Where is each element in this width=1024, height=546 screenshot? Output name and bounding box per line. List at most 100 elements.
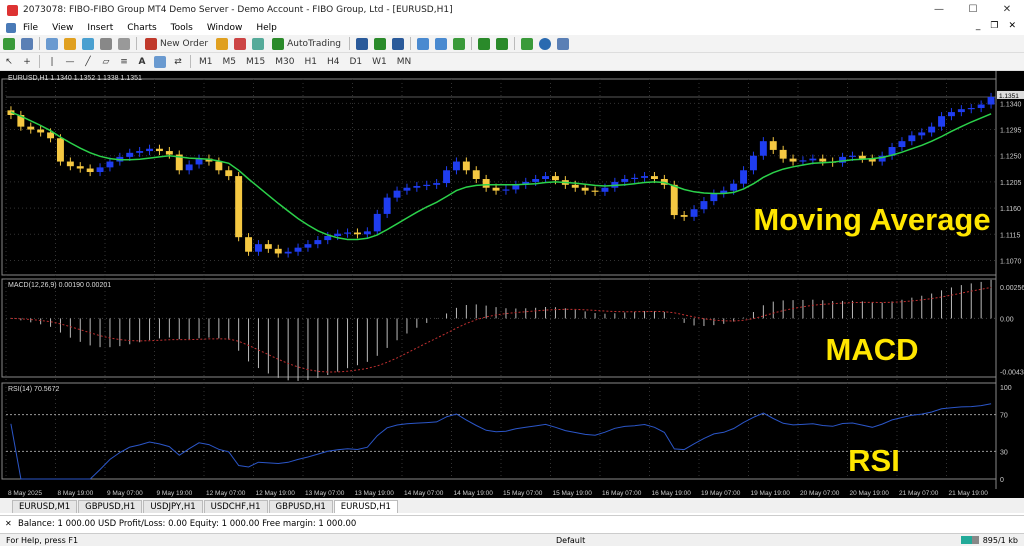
market-button[interactable] xyxy=(251,37,265,51)
document-icon xyxy=(6,22,16,33)
fibonacci-button[interactable]: ≡ xyxy=(117,55,131,69)
tab-eurusd-m1[interactable]: EURUSD,M1 xyxy=(12,500,78,513)
menu-help[interactable]: Help xyxy=(249,23,284,33)
candle-body xyxy=(47,132,55,139)
zoom-out-button[interactable] xyxy=(434,37,448,51)
timeframe-m30[interactable]: M30 xyxy=(272,55,297,69)
bar-chart-button[interactable] xyxy=(355,37,369,51)
time-tick-label: 19 May 07:00 xyxy=(701,490,741,497)
connection-icon xyxy=(960,536,979,544)
line-chart-button[interactable] xyxy=(391,37,405,51)
time-tick-label: 14 May 07:00 xyxy=(404,490,444,497)
tab-usdchf-h1[interactable]: USDCHF,H1 xyxy=(203,500,268,513)
tile-windows-button[interactable] xyxy=(452,37,466,51)
candle-body xyxy=(571,184,579,188)
mdi-close-button[interactable]: ✕ xyxy=(1008,21,1016,31)
candle-body xyxy=(789,158,797,162)
market-watch-button[interactable] xyxy=(45,37,59,51)
candle-body xyxy=(730,183,738,191)
candle-body xyxy=(938,116,946,127)
close-button[interactable]: ✕ xyxy=(990,0,1024,20)
mdi-restore-button[interactable]: ❐ xyxy=(990,21,998,31)
tab-usdjpy-h1[interactable]: USDJPY,H1 xyxy=(143,500,203,513)
menu-window[interactable]: Window xyxy=(200,23,250,33)
timeframe-mn[interactable]: MN xyxy=(394,55,415,69)
candlestick-button[interactable] xyxy=(373,37,387,51)
candle-body xyxy=(472,170,480,179)
navigator-button[interactable] xyxy=(63,37,77,51)
timeframe-h4[interactable]: H4 xyxy=(324,55,343,69)
autotrading-button[interactable]: AutoTrading xyxy=(269,37,344,51)
channel-button[interactable]: ▱ xyxy=(99,55,113,69)
menu-view[interactable]: View xyxy=(45,23,80,33)
time-tick-label: 14 May 19:00 xyxy=(454,490,494,497)
candle-body xyxy=(581,187,589,191)
indicators-button[interactable] xyxy=(520,37,534,51)
trendline-button[interactable]: ╱ xyxy=(81,55,95,69)
templates-button[interactable] xyxy=(556,37,570,51)
vertical-line-button[interactable]: | xyxy=(45,55,59,69)
tester-button[interactable] xyxy=(117,37,131,51)
menu-file[interactable]: File xyxy=(16,23,45,33)
vertical-line-icon: | xyxy=(50,56,54,67)
candle-body xyxy=(631,177,639,179)
market-icon xyxy=(252,37,265,50)
zoom-in-button[interactable] xyxy=(416,37,430,51)
menu-tools[interactable]: Tools xyxy=(164,23,200,33)
signals-icon xyxy=(234,37,247,50)
price-chart[interactable]: 1.1340 1.1295 1.1250 1.1205 1.1160 1.1115 1.10… xyxy=(0,71,1024,498)
candle-body xyxy=(898,141,906,147)
chart-window[interactable]: 1.1340 1.1295 1.1250 1.1205 1.1160 1.1115 1.10… xyxy=(0,71,1024,498)
menu-charts[interactable]: Charts xyxy=(120,23,163,33)
signals-button[interactable] xyxy=(233,37,247,51)
timeframe-d1[interactable]: D1 xyxy=(346,55,365,69)
time-tick-label: 21 May 19:00 xyxy=(949,490,989,497)
price-tick-label: 1.1340 xyxy=(1000,101,1022,108)
meta-editor-button[interactable] xyxy=(215,37,229,51)
terminal-button[interactable] xyxy=(99,37,113,51)
chart-shift-button[interactable] xyxy=(477,37,491,51)
candle-body xyxy=(66,161,74,167)
candle-body xyxy=(314,240,322,245)
new-order-button[interactable]: New Order xyxy=(142,37,211,51)
crosshair-button[interactable]: + xyxy=(20,55,34,69)
arrows-button[interactable]: ⇄ xyxy=(171,55,185,69)
text-button[interactable]: A xyxy=(135,55,149,69)
timeframe-h1[interactable]: H1 xyxy=(301,55,320,69)
profiles-button[interactable] xyxy=(20,37,34,51)
candle-body xyxy=(264,244,272,249)
candle-body xyxy=(551,176,559,181)
timeframe-w1[interactable]: W1 xyxy=(369,55,390,69)
rsi-annotation: RSI xyxy=(848,443,900,478)
price-tick-label: 1.1250 xyxy=(1000,154,1022,161)
help-text: For Help, press F1 xyxy=(6,535,79,545)
minimize-button[interactable]: — xyxy=(922,0,956,20)
timeframe-m5[interactable]: M5 xyxy=(220,55,240,69)
auto-scroll-button[interactable] xyxy=(495,37,509,51)
candle-body xyxy=(165,151,173,155)
mdi-minimize-button[interactable]: _ xyxy=(976,21,981,31)
menu-bar: File View Insert Charts Tools Window Hel… xyxy=(0,20,1024,35)
text-label-button[interactable] xyxy=(153,55,167,69)
candle-body xyxy=(373,213,381,232)
timeframe-m15[interactable]: M15 xyxy=(243,55,268,69)
close-terminal-icon[interactable]: ✕ xyxy=(5,519,12,528)
zoom-in-icon xyxy=(417,37,429,50)
toolbar-separator xyxy=(514,37,515,50)
crosshair-icon: + xyxy=(23,56,31,67)
cursor-button[interactable]: ↖ xyxy=(2,55,16,69)
data-window-button[interactable] xyxy=(81,37,95,51)
timeframe-m1[interactable]: M1 xyxy=(196,55,216,69)
tab-eurusd-h1[interactable]: EURUSD,H1 xyxy=(333,500,398,513)
maximize-button[interactable]: ☐ xyxy=(956,0,990,20)
periods-button[interactable] xyxy=(538,37,552,51)
horizontal-line-button[interactable]: — xyxy=(63,55,77,69)
tab-gbpusd-h1-2[interactable]: GBPUSD,H1 xyxy=(268,500,333,513)
price-tick-label: 1.1115 xyxy=(1000,232,1020,239)
menu-insert[interactable]: Insert xyxy=(80,23,120,33)
candle-body xyxy=(977,104,985,109)
candle-body xyxy=(353,232,361,235)
tab-gbpusd-h1[interactable]: GBPUSD,H1 xyxy=(78,500,143,513)
new-chart-button[interactable] xyxy=(2,37,16,51)
profile-name: Default xyxy=(556,535,586,545)
